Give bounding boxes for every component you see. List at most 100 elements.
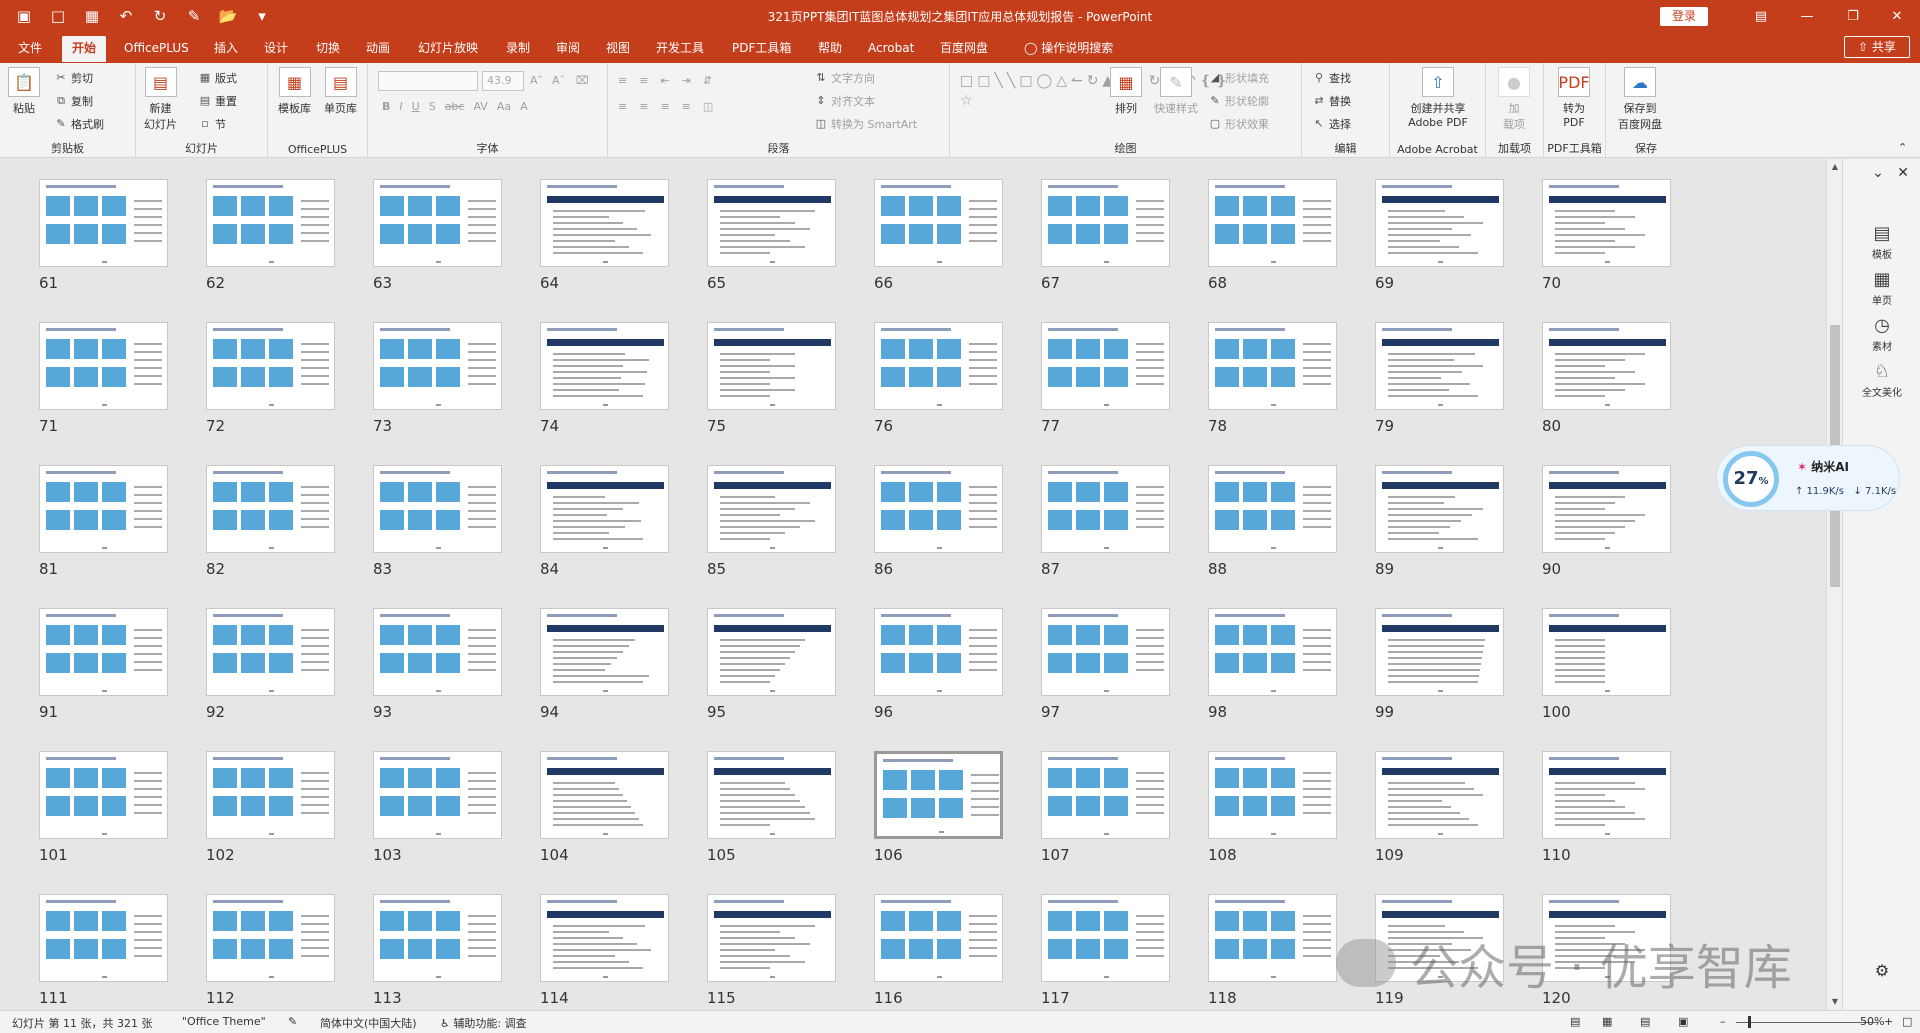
slide-thumbnail[interactable] xyxy=(206,751,335,839)
shapes-gallery[interactable]: □□╲╲□◯△↼↻▲⇨⇩↻◯↶❴❵☆ xyxy=(960,71,1227,111)
char-spacing-icon[interactable]: AV xyxy=(473,100,487,113)
slide-thumbnail[interactable] xyxy=(1542,322,1671,410)
font-size-combobox[interactable]: 43.9 xyxy=(482,71,524,91)
slide-thumbnail[interactable] xyxy=(1041,465,1170,553)
slide-thumbnail[interactable] xyxy=(1041,751,1170,839)
slideshow-view-icon[interactable]: ▣ xyxy=(1678,1015,1688,1028)
numbering-icon[interactable]: ≡ xyxy=(639,74,648,87)
slide-thumbnail[interactable] xyxy=(1542,465,1671,553)
strikethrough-icon[interactable]: abc xyxy=(445,100,465,113)
login-button[interactable]: 登录 xyxy=(1660,7,1708,26)
ribbon-display-icon[interactable]: ▤ xyxy=(1738,0,1784,32)
decrease-font-icon[interactable]: Aˇ xyxy=(552,74,565,87)
slide-thumbnail[interactable] xyxy=(1041,322,1170,410)
slide-thumbnail[interactable] xyxy=(206,322,335,410)
quick-styles-button[interactable]: ✎ 快速样式 xyxy=(1154,67,1198,116)
change-case-icon[interactable]: Aa xyxy=(497,100,511,113)
tab-slideshow[interactable]: 幻灯片放映 xyxy=(408,36,488,62)
slide-thumbnail[interactable] xyxy=(874,322,1003,410)
slide-thumbnail[interactable] xyxy=(540,465,669,553)
clear-format-icon[interactable]: ⌧ xyxy=(576,74,589,87)
select-button[interactable]: ↖ 选择 xyxy=(1312,116,1351,132)
slide-thumbnail[interactable] xyxy=(874,179,1003,267)
font-name-combobox[interactable] xyxy=(378,71,478,91)
slide-thumbnail[interactable] xyxy=(707,179,836,267)
scroll-down-icon[interactable]: ▼ xyxy=(1827,994,1843,1010)
slide-thumbnail[interactable] xyxy=(1208,322,1337,410)
tab-officeplus[interactable]: OfficePLUS xyxy=(114,36,199,62)
vertical-scrollbar[interactable]: ▲ ▼ xyxy=(1826,159,1842,1010)
shape-fill-button[interactable]: ◢ 形状填充 xyxy=(1208,70,1269,86)
increase-indent-icon[interactable]: ⇥ xyxy=(682,74,691,87)
create-share-pdf-button[interactable]: ⇧ 创建并共享 Adobe PDF xyxy=(1398,67,1478,129)
slide-thumbnail[interactable] xyxy=(1375,322,1504,410)
slide-thumbnail[interactable] xyxy=(39,465,168,553)
minimize-icon[interactable]: — xyxy=(1784,0,1830,32)
slide-thumbnail[interactable] xyxy=(707,465,836,553)
zoom-out-icon[interactable]: – xyxy=(1720,1015,1726,1028)
slide-thumbnail[interactable] xyxy=(874,751,1003,839)
settings-icon[interactable]: ⚙ xyxy=(1843,961,1920,980)
tab-baidu-netdisk[interactable]: 百度网盘 xyxy=(930,36,998,62)
align-text-button[interactable]: ⇕ 对齐文本 xyxy=(814,93,875,109)
slide-thumbnail[interactable] xyxy=(373,465,502,553)
font-color-icon[interactable]: A xyxy=(520,100,528,113)
smartart-button[interactable]: ◫ 转换为 SmartArt xyxy=(814,116,917,132)
slide-thumbnail[interactable] xyxy=(39,179,168,267)
slide-thumbnail[interactable] xyxy=(1542,608,1671,696)
justify-icon[interactable]: ≡ xyxy=(682,100,691,113)
slide-thumbnail[interactable] xyxy=(1041,894,1170,982)
arrange-button[interactable]: ▦ 排列 xyxy=(1110,67,1142,116)
align-center-icon[interactable]: ≡ xyxy=(639,100,648,113)
accessibility-status[interactable]: ♿ 辅助功能: 调查 xyxy=(440,1015,527,1031)
section-button[interactable]: ▫ 节 xyxy=(198,116,226,132)
slide-thumbnail[interactable] xyxy=(1208,465,1337,553)
tab-help[interactable]: 帮助 xyxy=(808,36,852,62)
line-spacing-icon[interactable]: ⇵ xyxy=(703,74,712,87)
underline-icon[interactable]: U xyxy=(412,100,420,113)
slide-thumbnail[interactable] xyxy=(373,179,502,267)
close-icon[interactable]: ✕ xyxy=(1874,0,1920,32)
slide-thumbnail[interactable] xyxy=(540,322,669,410)
increase-font-icon[interactable]: Aˆ xyxy=(530,74,543,87)
tab-file[interactable]: 文件 xyxy=(8,36,52,62)
slide-thumbnail[interactable] xyxy=(206,894,335,982)
cut-button[interactable]: ✂ 剪切 xyxy=(54,70,93,86)
slide-thumbnail[interactable] xyxy=(540,608,669,696)
slide-thumbnail[interactable] xyxy=(373,608,502,696)
normal-view-icon[interactable]: ▤ xyxy=(1570,1015,1580,1028)
panel-template[interactable]: ▤ 模板 xyxy=(1843,223,1920,261)
zoom-in-icon[interactable]: + xyxy=(1884,1015,1893,1028)
tab-acrobat[interactable]: Acrobat xyxy=(858,36,924,62)
slide-thumbnail[interactable] xyxy=(540,894,669,982)
tab-pdf-toolbox[interactable]: PDF工具箱 xyxy=(722,36,801,62)
copy-button[interactable]: ⧉ 复制 xyxy=(54,93,93,109)
align-left-icon[interactable]: ≡ xyxy=(618,100,627,113)
tab-animations[interactable]: 动画 xyxy=(356,36,400,62)
reading-view-icon[interactable]: ▤ xyxy=(1640,1015,1650,1028)
columns-icon[interactable]: ◫ xyxy=(703,100,713,113)
shadow-icon[interactable]: S xyxy=(429,100,436,113)
slide-thumbnail[interactable] xyxy=(1041,179,1170,267)
slide-thumbnail[interactable] xyxy=(1375,608,1504,696)
slide-thumbnail[interactable] xyxy=(540,751,669,839)
slide-thumbnail[interactable] xyxy=(874,465,1003,553)
share-button[interactable]: ⇧ 共享 xyxy=(1844,36,1910,58)
italic-icon[interactable]: I xyxy=(399,100,402,113)
slide-thumbnail[interactable] xyxy=(1542,751,1671,839)
panel-close-icon[interactable]: ✕ xyxy=(1897,165,1909,181)
tell-me-search[interactable]: ◯ 操作说明搜索 xyxy=(1014,36,1123,62)
slide-thumbnail[interactable] xyxy=(39,751,168,839)
shape-outline-button[interactable]: ✎ 形状轮廓 xyxy=(1208,93,1269,109)
tab-transitions[interactable]: 切换 xyxy=(306,36,350,62)
restore-icon[interactable]: ❐ xyxy=(1830,0,1876,32)
find-button[interactable]: ⚲ 查找 xyxy=(1312,70,1351,86)
reset-button[interactable]: ▤ 重置 xyxy=(198,93,237,109)
tab-home[interactable]: 开始 xyxy=(62,36,107,62)
replace-button[interactable]: ⇄ 替换 xyxy=(1312,93,1351,109)
paste-button[interactable]: 📋 粘贴 xyxy=(8,67,40,116)
slide-thumbnail[interactable] xyxy=(1375,465,1504,553)
slide-thumbnail[interactable] xyxy=(1208,608,1337,696)
slide-thumbnail[interactable] xyxy=(1375,751,1504,839)
text-direction-button[interactable]: ⇅ 文字方向 xyxy=(814,70,875,86)
